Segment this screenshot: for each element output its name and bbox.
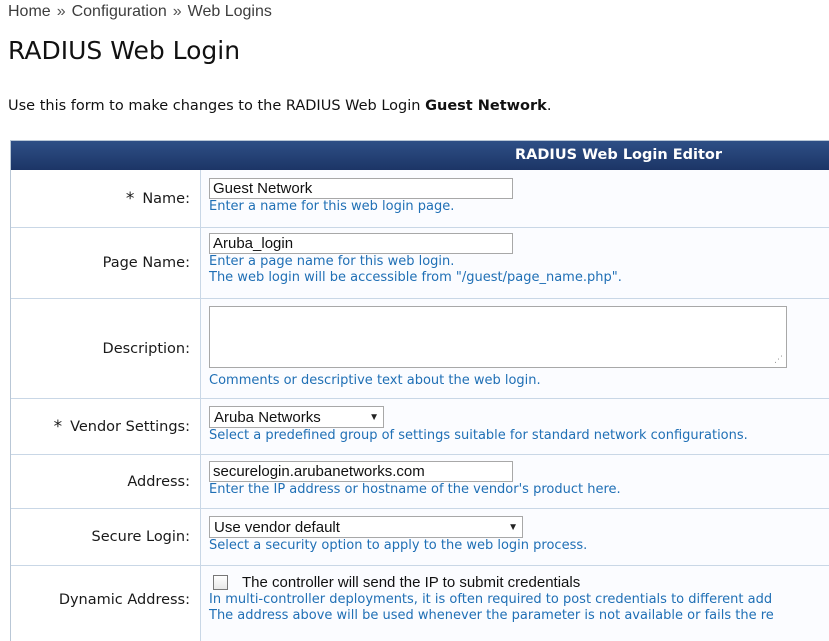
description-label: Description:	[102, 340, 190, 357]
secure-login-label-cell: Secure Login:	[11, 509, 201, 565]
address-hint: Enter the IP address or hostname of the …	[209, 482, 621, 497]
vendor-settings-row: * Vendor Settings: Aruba Networks ▼ Sele…	[11, 399, 829, 455]
dynamic-address-hint: In multi-controller deployments, it is o…	[209, 592, 773, 607]
page-name-row: Page Name: Aruba_login Enter a page name…	[11, 228, 829, 299]
breadcrumb-home-link[interactable]: Home	[8, 3, 51, 20]
description-field-cell: ⋰ Comments or descriptive text about the…	[201, 299, 829, 398]
secure-login-field-cell: Use vendor default ▼ Select a security o…	[201, 509, 829, 565]
address-row: Address: securelogin.arubanetworks.com E…	[11, 455, 829, 509]
dynamic-address-checkbox[interactable]	[213, 574, 228, 590]
dynamic-address-option: The controller will send the IP to submi…	[213, 572, 829, 592]
name-row: * Name: Guest Network Enter a name for t…	[11, 170, 829, 228]
intro-suffix: .	[546, 98, 552, 114]
page-name-url-hint: The web login will be accessible from "/…	[209, 270, 622, 285]
description-row: Description: ⋰ Comments or descriptive t…	[11, 299, 829, 399]
intro-network-name: Guest Network	[425, 98, 547, 114]
vendor-settings-label: Vendor Settings:	[70, 418, 190, 435]
name-field-cell: Guest Network Enter a name for this web …	[201, 170, 829, 227]
page-name-input[interactable]: Aruba_login	[209, 233, 513, 254]
secure-login-selected: Use vendor default	[214, 518, 340, 536]
description-textarea[interactable]: ⋰	[209, 306, 787, 368]
required-marker: *	[125, 188, 135, 209]
chevron-down-icon: ▼	[369, 411, 379, 423]
intro-prefix: Use this form to make changes to the RAD…	[8, 98, 426, 114]
name-hint: Enter a name for this web login page.	[209, 199, 455, 214]
dynamic-address-fallback-hint: The address above will be used whenever …	[209, 608, 774, 623]
breadcrumb-separator: »	[56, 3, 66, 20]
vendor-settings-hint: Select a predefined group of settings su…	[209, 428, 748, 443]
chevron-down-icon: ▼	[508, 521, 518, 533]
description-label-cell: Description:	[11, 299, 201, 398]
secure-login-row: Secure Login: Use vendor default ▼ Selec…	[11, 509, 829, 566]
intro-text: Use this form to make changes to the RAD…	[8, 98, 551, 114]
address-label: Address:	[127, 473, 190, 490]
page-name-hint: Enter a page name for this web login.	[209, 254, 455, 269]
radius-web-login-editor: RADIUS Web Login Editor * Name: Guest Ne…	[10, 140, 829, 641]
name-label: Name:	[142, 190, 190, 207]
description-hint: Comments or descriptive text about the w…	[209, 373, 541, 388]
breadcrumb-web-logins-link[interactable]: Web Logins	[188, 3, 272, 20]
vendor-settings-selected: Aruba Networks	[214, 408, 321, 426]
address-input[interactable]: securelogin.arubanetworks.com	[209, 461, 513, 482]
editor-header: RADIUS Web Login Editor	[11, 141, 829, 170]
breadcrumb-separator: »	[172, 3, 182, 20]
address-label-cell: Address:	[11, 455, 201, 508]
breadcrumb: Home » Configuration » Web Logins	[8, 3, 272, 21]
secure-login-select[interactable]: Use vendor default ▼	[209, 516, 523, 538]
breadcrumb-configuration-link[interactable]: Configuration	[72, 3, 167, 20]
page-name-label: Page Name:	[102, 255, 190, 271]
vendor-settings-field-cell: Aruba Networks ▼ Select a predefined gro…	[201, 399, 829, 454]
required-marker: *	[53, 416, 63, 437]
editor-title: RADIUS Web Login Editor	[515, 147, 723, 163]
dynamic-address-checkbox-label[interactable]: The controller will send the IP to submi…	[242, 574, 580, 591]
page-name-field-cell: Aruba_login Enter a page name for this w…	[201, 228, 829, 298]
vendor-settings-select[interactable]: Aruba Networks ▼	[209, 406, 384, 428]
secure-login-label: Secure Login:	[91, 529, 190, 545]
secure-login-hint: Select a security option to apply to the…	[209, 538, 588, 553]
dynamic-address-label: Dynamic Address:	[58, 592, 190, 608]
vendor-settings-label-cell: * Vendor Settings:	[11, 399, 201, 454]
name-label-cell: * Name:	[11, 170, 201, 227]
page-title: RADIUS Web Login	[8, 36, 241, 65]
name-input[interactable]: Guest Network	[209, 178, 513, 199]
address-field-cell: securelogin.arubanetworks.com Enter the …	[201, 455, 829, 508]
resize-grip-icon[interactable]: ⋰	[774, 356, 783, 365]
page-name-label-cell: Page Name:	[11, 228, 201, 298]
